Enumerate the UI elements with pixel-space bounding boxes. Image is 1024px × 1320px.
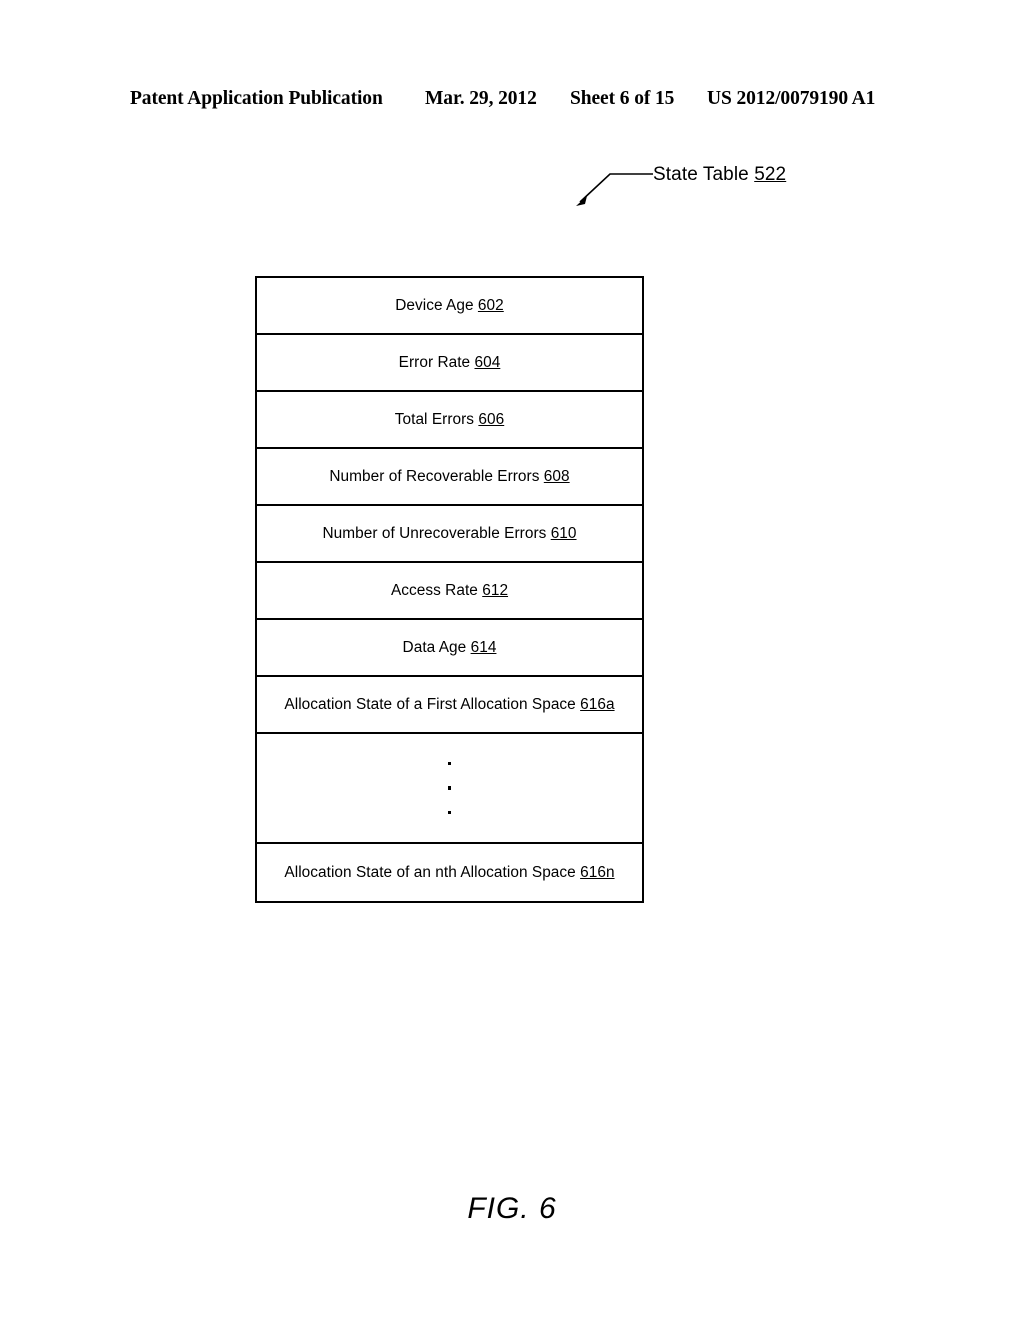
row-text: Number of Unrecoverable Errors <box>322 524 551 542</box>
row-refnum: 612 <box>482 581 509 599</box>
table-row-unrecoverable-errors: Number of Unrecoverable Errors 610 <box>257 506 642 563</box>
row-refnum: 616n <box>580 863 615 881</box>
table-row-access-rate: Access Rate 612 <box>257 563 642 620</box>
ellipsis-dot <box>447 786 452 790</box>
table-row-device-age: Device Age 602 <box>257 278 642 335</box>
table-row-recoverable-errors: Number of Recoverable Errors 608 <box>257 449 642 506</box>
patent-number: US 2012/0079190 A1 <box>707 88 876 109</box>
table-row-first-allocation-space: Allocation State of a First Allocation S… <box>257 677 642 734</box>
publication-title: Patent Application Publication <box>130 88 383 109</box>
row-refnum: 610 <box>550 524 577 542</box>
row-label: Allocation State of a First Allocation S… <box>284 696 614 714</box>
row-text: Number of Recoverable Errors <box>329 467 544 485</box>
table-row-nth-allocation-space: Allocation State of an nth Allocation Sp… <box>257 844 642 901</box>
row-label: Device Age 602 <box>395 297 504 315</box>
row-label: Total Errors 606 <box>395 411 504 429</box>
row-label: Number of Recoverable Errors 608 <box>329 468 569 486</box>
state-table: Device Age 602 Error Rate 604 Total Erro… <box>255 276 644 903</box>
row-text: Device Age <box>395 296 478 314</box>
leader-line <box>576 173 653 206</box>
table-row-error-rate: Error Rate 604 <box>257 335 642 392</box>
state-table-callout-text: State Table <box>653 164 755 185</box>
row-text: Total Errors <box>394 410 479 428</box>
row-text: Access Rate <box>390 581 483 599</box>
row-refnum: 616a <box>580 695 615 713</box>
row-label: Number of Unrecoverable Errors 610 <box>322 525 576 543</box>
row-refnum: 614 <box>470 638 497 656</box>
row-refnum: 608 <box>543 467 570 485</box>
row-refnum: 604 <box>474 353 501 371</box>
ellipsis-dot <box>447 761 452 766</box>
table-row-data-age: Data Age 614 <box>257 620 642 677</box>
row-label: Access Rate 612 <box>391 582 508 600</box>
row-text: Allocation State of an nth Allocation Sp… <box>284 863 581 881</box>
row-text: Allocation State of a First Allocation S… <box>284 695 581 713</box>
patent-page-header: Patent Application Publication Mar. 29, … <box>0 88 1024 114</box>
ellipsis-dot <box>447 810 452 815</box>
row-label: Allocation State of an nth Allocation Sp… <box>284 864 614 882</box>
state-table-callout: State Table 522 <box>653 164 786 186</box>
table-row-ellipsis <box>257 734 642 844</box>
row-label: Error Rate 604 <box>399 354 501 372</box>
state-table-callout-refnum: 522 <box>754 164 787 185</box>
sheet-number: Sheet 6 of 15 <box>570 88 675 109</box>
figure-caption: FIG. 6 <box>467 1192 557 1225</box>
row-text: Data Age <box>402 638 471 656</box>
row-refnum: 602 <box>477 296 504 314</box>
vertical-ellipsis-icon <box>257 734 642 842</box>
row-text: Error Rate <box>398 353 475 371</box>
table-row-total-errors: Total Errors 606 <box>257 392 642 449</box>
row-refnum: 606 <box>478 410 505 428</box>
publication-date: Mar. 29, 2012 <box>425 88 537 109</box>
row-label: Data Age 614 <box>403 639 497 657</box>
